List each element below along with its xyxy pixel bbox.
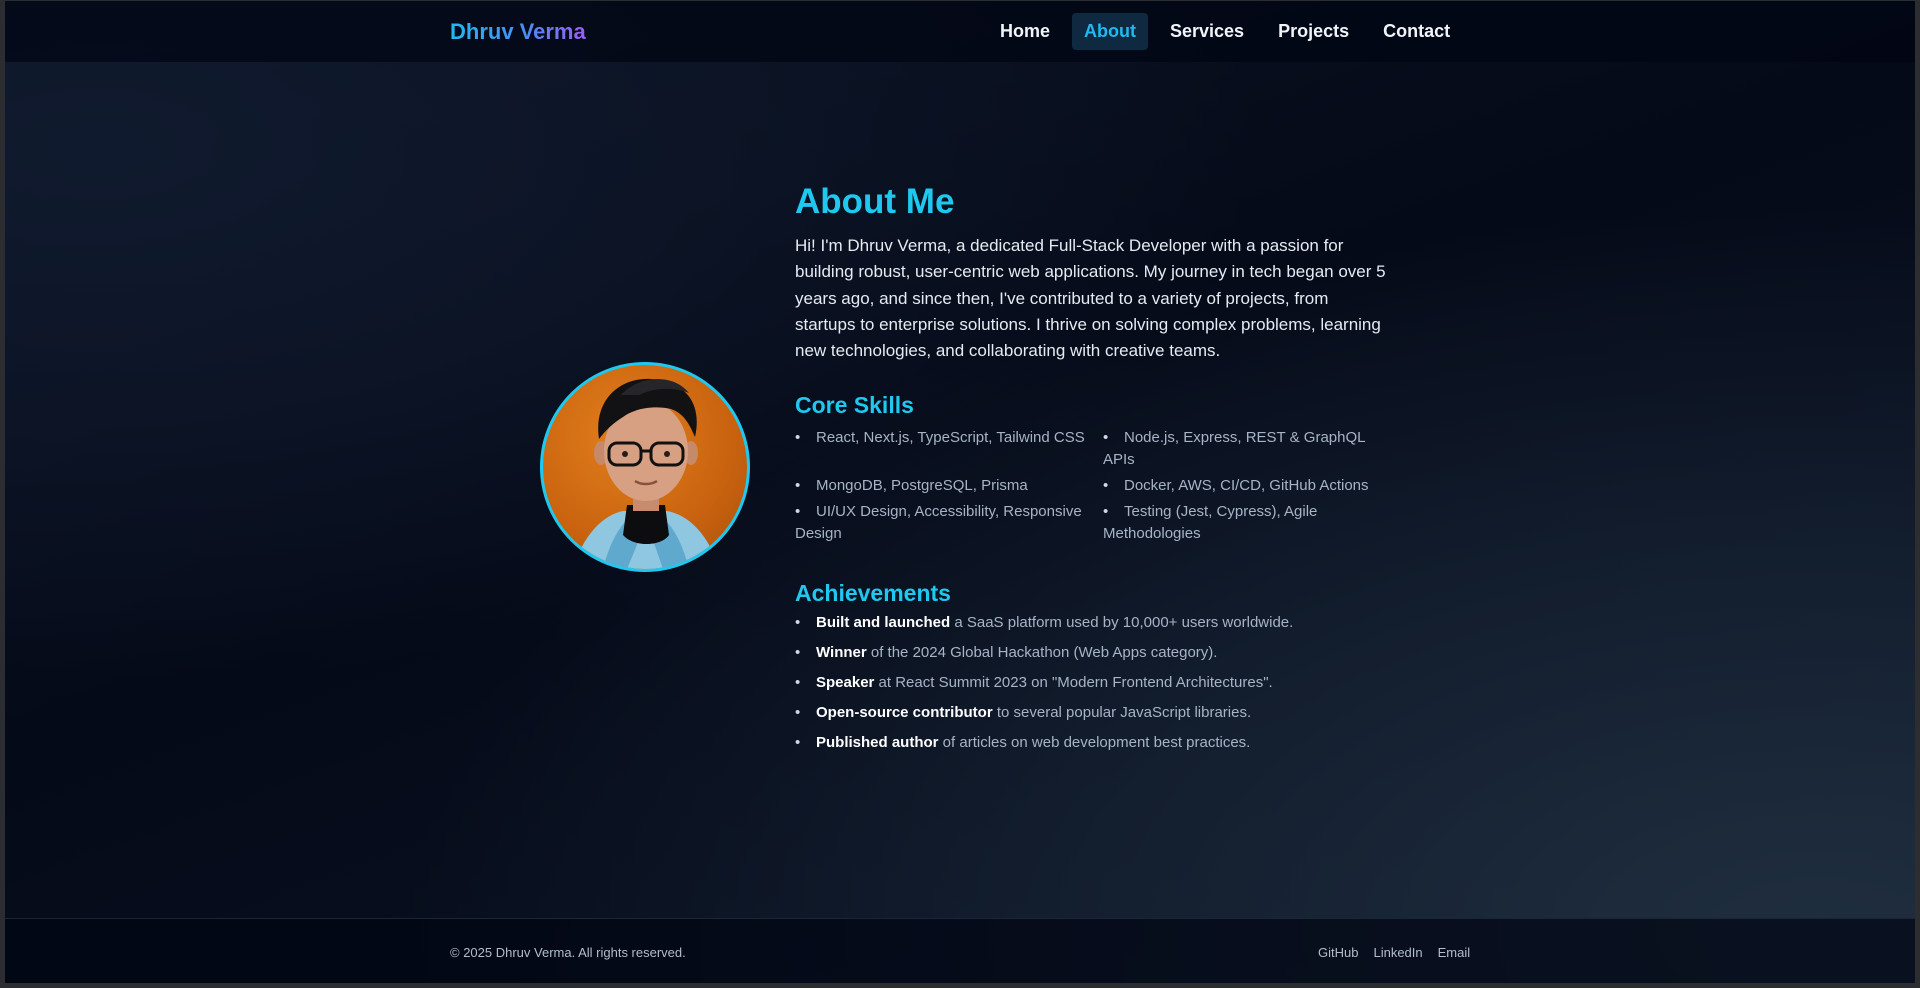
profile-avatar xyxy=(540,362,750,572)
achievement-highlight: Speaker xyxy=(816,674,875,691)
skill-item: Node.js, Express, REST & GraphQL APIs xyxy=(1103,427,1393,471)
achievements-heading: Achievements xyxy=(795,580,951,606)
page: Dhruv Verma Home About Services Projects… xyxy=(5,1,1915,983)
achievement-item: Published author of articles on web deve… xyxy=(795,732,1293,754)
footer-links: GitHub LinkedIn Email xyxy=(1318,945,1470,960)
skill-item: UI/UX Design, Accessibility, Responsive … xyxy=(795,501,1103,545)
skill-item: Docker, AWS, CI/CD, GitHub Actions xyxy=(1103,475,1393,497)
footer-link-linkedin[interactable]: LinkedIn xyxy=(1373,945,1422,960)
copyright-text: © 2025 Dhruv Verma. All rights reserved. xyxy=(450,945,686,960)
skill-item: MongoDB, PostgreSQL, Prisma xyxy=(795,475,1103,497)
profile-photo-icon xyxy=(573,378,719,569)
nav-contact[interactable]: Contact xyxy=(1371,13,1462,50)
bio-paragraph: Hi! I'm Dhruv Verma, a dedicated Full-St… xyxy=(795,236,1386,361)
achievement-highlight: Published author xyxy=(816,734,939,751)
about-section: About Me Hi! I'm Dhruv Verma, a dedicate… xyxy=(795,181,1395,751)
achievement-item: Winner of the 2024 Global Hackathon (Web… xyxy=(795,642,1293,664)
achievement-text: a SaaS platform used by 10,000+ users wo… xyxy=(950,614,1294,631)
achievement-highlight: Built and launched xyxy=(816,614,951,631)
achievement-item: Built and launched a SaaS platform used … xyxy=(795,612,1293,634)
achievement-highlight: Winner xyxy=(816,644,867,661)
skills-heading: Core Skills xyxy=(795,392,914,418)
nav-projects[interactable]: Projects xyxy=(1266,13,1361,50)
achievement-text: to several popular JavaScript libraries. xyxy=(992,704,1252,721)
footer: © 2025 Dhruv Verma. All rights reserved.… xyxy=(5,918,1915,983)
nav-about[interactable]: About xyxy=(1072,13,1148,50)
achievement-text: of articles on web development best prac… xyxy=(938,734,1251,751)
achievement-text: at React Summit 2023 on "Modern Frontend… xyxy=(874,674,1273,691)
skill-item: React, Next.js, TypeScript, Tailwind CSS xyxy=(795,427,1103,471)
skill-item: Testing (Jest, Cypress), Agile Methodolo… xyxy=(1103,501,1393,545)
achievement-text: of the 2024 Global Hackathon (Web Apps c… xyxy=(866,644,1218,661)
brand-logo[interactable]: Dhruv Verma xyxy=(450,19,586,45)
achievements-list: Built and launched a SaaS platform used … xyxy=(795,612,1293,762)
navbar: Dhruv Verma Home About Services Projects… xyxy=(5,1,1915,62)
achievement-item: Open-source contributor to several popul… xyxy=(795,702,1293,724)
footer-link-github[interactable]: GitHub xyxy=(1318,945,1358,960)
achievement-item: Speaker at React Summit 2023 on "Modern … xyxy=(795,672,1293,694)
nav-home[interactable]: Home xyxy=(988,13,1062,50)
achievement-highlight: Open-source contributor xyxy=(816,704,993,721)
nav-services[interactable]: Services xyxy=(1158,13,1256,50)
page-title: About Me xyxy=(795,182,955,221)
main-nav: Home About Services Projects Contact xyxy=(988,13,1462,50)
skills-list: React, Next.js, TypeScript, Tailwind CSS… xyxy=(795,427,1395,545)
footer-link-email[interactable]: Email xyxy=(1438,945,1471,960)
